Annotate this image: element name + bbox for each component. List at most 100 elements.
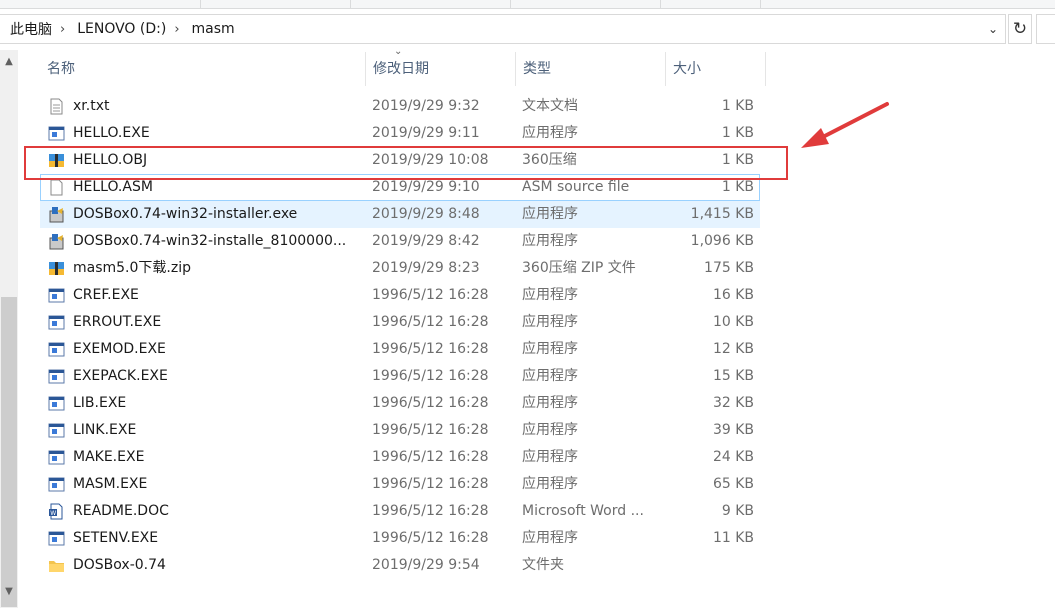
file-row[interactable]: DOSBox0.74-win32-installe_8100000... 2019…	[40, 228, 760, 255]
breadcrumb-folder[interactable]: masm	[182, 21, 241, 37]
file-row[interactable]: README.DOC 1996/5/12 16:28 Microsoft Word …	[40, 498, 760, 525]
file-size: 9 KB	[721, 503, 754, 519]
file-row[interactable]: CREF.EXE 1996/5/12 16:28 应用程序 16 KB	[40, 282, 760, 309]
file-name: xr.txt	[73, 98, 110, 114]
file-name: CREF.EXE	[73, 287, 139, 303]
file-type: 应用程序	[522, 287, 578, 303]
application-icon	[48, 287, 65, 304]
file-name: DOSBox-0.74	[73, 557, 166, 573]
file-date: 1996/5/12 16:28	[372, 287, 489, 303]
application-icon	[48, 314, 65, 331]
text-file-icon	[48, 98, 65, 115]
file-row[interactable]: masm5.0下载.zip 2019/9/29 8:23 360压缩 ZIP 文件 1…	[40, 255, 760, 282]
file-row[interactable]: ERROUT.EXE 1996/5/12 16:28 应用程序 10 KB	[40, 309, 760, 336]
refresh-button[interactable]: ↻	[1008, 14, 1032, 44]
file-date: 2019/9/29 9:11	[372, 125, 480, 141]
file-type: 应用程序	[522, 233, 578, 249]
annotation-arrow-icon	[801, 102, 889, 148]
application-icon	[48, 125, 65, 142]
file-name: MAKE.EXE	[73, 449, 145, 465]
file-row[interactable]: EXEMOD.EXE 1996/5/12 16:28 应用程序 12 KB	[40, 336, 760, 363]
file-row[interactable]: SETENV.EXE 1996/5/12 16:28 应用程序 11 KB	[40, 525, 760, 552]
file-date: 2019/9/29 8:48	[372, 206, 480, 222]
chevron-down-icon[interactable]: ⌄	[988, 22, 998, 36]
file-type: 文件夹	[522, 557, 564, 573]
breadcrumb-this-pc[interactable]: 此电脑	[0, 19, 58, 39]
file-row[interactable]: EXEPACK.EXE 1996/5/12 16:28 应用程序 15 KB	[40, 363, 760, 390]
file-row[interactable]: DOSBox0.74-win32-installer.exe 2019/9/29 …	[40, 201, 760, 228]
file-name: README.DOC	[73, 503, 169, 519]
sort-chevron-icon: ⌄	[394, 46, 403, 57]
file-type: Microsoft Word ...	[522, 503, 644, 519]
word-document-icon	[48, 503, 65, 520]
file-date: 1996/5/12 16:28	[372, 395, 489, 411]
file-row[interactable]: MASM.EXE 1996/5/12 16:28 应用程序 65 KB	[40, 471, 760, 498]
file-date: 2019/9/29 8:23	[372, 260, 480, 276]
column-header-type[interactable]: 类型	[516, 52, 666, 86]
file-date: 1996/5/12 16:28	[372, 530, 489, 546]
blank-file-icon	[48, 179, 65, 196]
file-row[interactable]: xr.txt 2019/9/29 9:32 文本文档 1 KB	[40, 93, 760, 120]
scroll-up-arrow-icon[interactable]: ▲	[0, 50, 18, 72]
file-size: 1,415 KB	[690, 206, 754, 222]
file-row[interactable]: DOSBox-0.74 2019/9/29 9:54 文件夹	[40, 552, 760, 579]
file-row[interactable]: LINK.EXE 1996/5/12 16:28 应用程序 39 KB	[40, 417, 760, 444]
ribbon-group	[510, 0, 661, 8]
search-input[interactable]	[1036, 14, 1055, 44]
file-name: SETENV.EXE	[73, 530, 159, 546]
file-date: 1996/5/12 16:28	[372, 476, 489, 492]
file-size: 15 KB	[712, 368, 754, 384]
application-icon	[48, 449, 65, 466]
file-name: EXEMOD.EXE	[73, 341, 166, 357]
file-date: 1996/5/12 16:28	[372, 341, 489, 357]
file-date: 1996/5/12 16:28	[372, 503, 489, 519]
breadcrumb[interactable]: 此电脑 › LENOVO (D:) › masm	[0, 14, 1006, 44]
file-type: 360压缩 ZIP 文件	[522, 260, 636, 276]
file-type: 应用程序	[522, 530, 578, 546]
column-header-name[interactable]: 名称	[40, 52, 366, 86]
scrollbar-thumb[interactable]	[1, 297, 17, 607]
scroll-down-arrow-icon[interactable]: ▼	[0, 582, 18, 600]
file-type: 应用程序	[522, 476, 578, 492]
file-date: 2019/9/29 8:42	[372, 233, 480, 249]
file-row[interactable]: MAKE.EXE 1996/5/12 16:28 应用程序 24 KB	[40, 444, 760, 471]
file-row[interactable]: HELLO.EXE 2019/9/29 9:11 应用程序 1 KB	[40, 120, 760, 147]
file-size: 12 KB	[712, 341, 754, 357]
file-size: 1 KB	[721, 98, 754, 114]
application-icon	[48, 530, 65, 547]
folder-icon	[48, 557, 65, 574]
breadcrumb-chevron-icon[interactable]: ›	[58, 22, 67, 37]
file-size: 32 KB	[712, 395, 754, 411]
file-type: 应用程序	[522, 206, 578, 222]
vertical-scrollbar[interactable]: ▲ ▼	[0, 50, 18, 608]
file-size: 10 KB	[712, 314, 754, 330]
file-row[interactable]: LIB.EXE 1996/5/12 16:28 应用程序 32 KB	[40, 390, 760, 417]
file-type: 应用程序	[522, 395, 578, 411]
column-header-date[interactable]: 修改日期	[366, 52, 516, 86]
file-name: DOSBox0.74-win32-installer.exe	[73, 206, 298, 222]
ribbon-group	[0, 0, 201, 8]
file-size: 175 KB	[704, 260, 754, 276]
application-icon	[48, 341, 65, 358]
file-size: 65 KB	[712, 476, 754, 492]
breadcrumb-chevron-icon[interactable]: ›	[172, 22, 181, 37]
file-name: ERROUT.EXE	[73, 314, 162, 330]
file-size: 16 KB	[712, 287, 754, 303]
file-type: 应用程序	[522, 314, 578, 330]
ribbon-group	[200, 0, 351, 8]
file-type: 应用程序	[522, 449, 578, 465]
column-header-size[interactable]: 大小	[666, 52, 766, 86]
file-name: masm5.0下载.zip	[73, 260, 191, 276]
file-type: 应用程序	[522, 125, 578, 141]
application-icon	[48, 476, 65, 493]
installer-icon	[48, 206, 65, 223]
file-type: 应用程序	[522, 341, 578, 357]
file-name: LIB.EXE	[73, 395, 127, 411]
address-bar: 此电脑 › LENOVO (D:) › masm ⌄ ↻	[0, 14, 1055, 46]
breadcrumb-drive[interactable]: LENOVO (D:)	[67, 21, 172, 37]
ribbon-group	[660, 0, 761, 8]
file-size: 1 KB	[721, 125, 754, 141]
file-date: 2019/9/29 9:54	[372, 557, 480, 573]
file-date: 2019/9/29 9:32	[372, 98, 480, 114]
file-date: 1996/5/12 16:28	[372, 314, 489, 330]
